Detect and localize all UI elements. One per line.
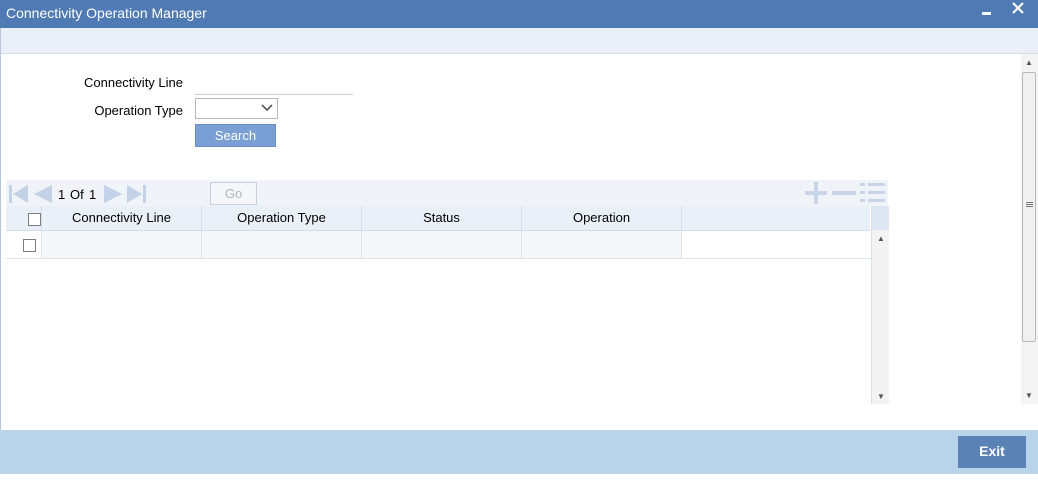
page-number-input[interactable]: [163, 185, 209, 207]
last-page-icon[interactable]: [126, 184, 148, 207]
cell-operation-type[interactable]: [202, 231, 362, 259]
add-row-icon[interactable]: [803, 182, 829, 207]
chevron-down-icon: [260, 100, 274, 119]
row-filler: [682, 231, 871, 259]
cell-connectivity-line[interactable]: [42, 231, 202, 259]
next-page-icon[interactable]: [102, 184, 124, 207]
left-border: [0, 28, 1, 430]
column-header-connectivity-line[interactable]: Connectivity Line: [42, 206, 202, 230]
footer-bar: [0, 430, 1038, 474]
column-header-operation-type[interactable]: Operation Type: [202, 206, 362, 230]
row-checkbox[interactable]: [23, 239, 36, 252]
exit-button[interactable]: Exit: [958, 436, 1026, 468]
scroll-up-icon[interactable]: ▲: [1025, 58, 1033, 67]
window-scrollbar[interactable]: ▲ ▼: [1021, 54, 1038, 404]
row-select-cell: [6, 231, 42, 259]
column-header-operation[interactable]: Operation: [522, 206, 682, 230]
column-header-status[interactable]: Status: [362, 206, 522, 230]
close-icon[interactable]: [1011, 1, 1025, 21]
grid-scroll-up-icon[interactable]: ▲: [877, 234, 885, 243]
sub-header-bar: [0, 28, 1038, 54]
view-list-icon[interactable]: [859, 182, 887, 207]
connectivity-line-input[interactable]: [194, 72, 353, 95]
grid-scrollbar[interactable]: ▲ ▼: [871, 206, 889, 404]
connectivity-line-label: Connectivity Line: [84, 75, 183, 90]
header-select-cell: [6, 206, 42, 230]
title-bar: Connectivity Operation Manager: [0, 0, 1038, 28]
go-button[interactable]: Go: [210, 182, 257, 205]
previous-page-icon[interactable]: [32, 184, 54, 207]
grid-scrollbar-header: [872, 206, 889, 230]
grid-scroll-down-icon[interactable]: ▼: [877, 392, 885, 401]
total-pages: 1: [89, 187, 97, 202]
of-label: Of: [70, 187, 84, 202]
delete-row-icon[interactable]: [831, 182, 857, 207]
select-all-checkbox[interactable]: [28, 213, 41, 226]
first-page-icon[interactable]: [8, 184, 30, 207]
current-page: 1: [58, 187, 66, 202]
cell-status[interactable]: [362, 231, 522, 259]
search-button[interactable]: Search: [195, 124, 276, 147]
operation-type-select[interactable]: [195, 98, 278, 119]
scrollbar-thumb[interactable]: [1022, 72, 1036, 342]
minimize-icon[interactable]: [981, 0, 993, 24]
cell-operation[interactable]: [522, 231, 682, 259]
window-title: Connectivity Operation Manager: [6, 5, 207, 21]
scroll-down-icon[interactable]: ▼: [1025, 391, 1033, 400]
operation-type-label: Operation Type: [94, 103, 183, 118]
